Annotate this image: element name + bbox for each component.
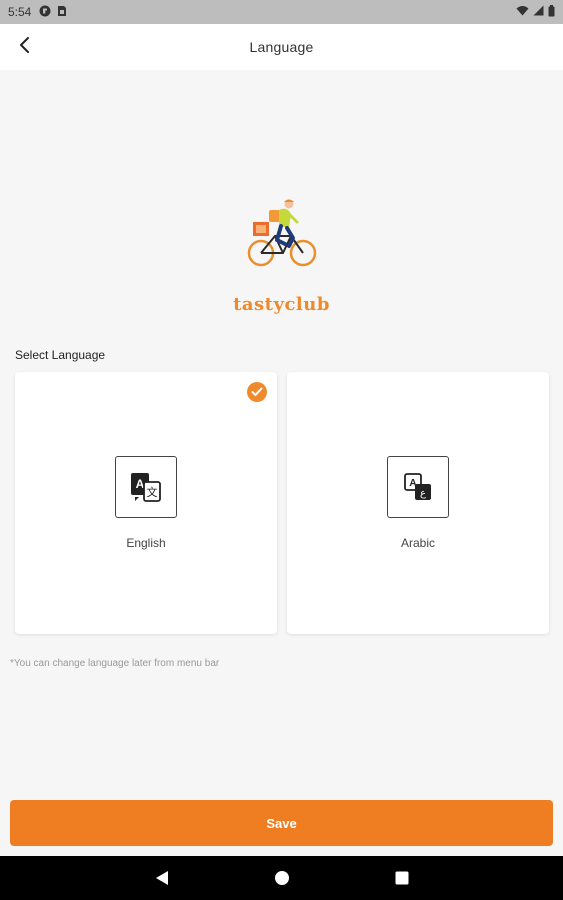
recents-square-icon[interactable] (392, 868, 412, 888)
page-title: Language (249, 39, 314, 55)
back-triangle-icon[interactable] (152, 868, 172, 888)
app-bar: Language (0, 24, 563, 70)
signal-icon (533, 5, 544, 19)
selected-check-icon (247, 382, 267, 402)
battery-icon (548, 4, 555, 20)
brand-name: tastyclub (233, 294, 330, 315)
app-badge-icon (39, 5, 51, 20)
svg-text:ع: ع (420, 488, 426, 499)
svg-text:文: 文 (147, 485, 158, 499)
status-time: 5:54 (8, 5, 32, 19)
wifi-icon (516, 5, 529, 19)
sim-card-icon (57, 5, 67, 20)
language-label-arabic: Arabic (400, 536, 435, 550)
language-change-note: *You can change language later from menu… (10, 658, 220, 669)
translate-icon: A 文 (115, 456, 177, 518)
language-label-english: English (126, 536, 166, 550)
delivery-cyclist-logo (243, 198, 321, 270)
language-option-arabic[interactable]: A ع Arabic (287, 372, 549, 634)
back-button[interactable] (10, 32, 40, 62)
translate-alt-icon: A ع (387, 456, 449, 518)
language-option-english[interactable]: A 文 English (15, 372, 277, 634)
select-language-label: Select Language (15, 348, 106, 362)
home-circle-icon[interactable] (272, 868, 292, 888)
status-bar: 5:54 (0, 0, 563, 24)
save-button[interactable]: Save (10, 800, 553, 846)
chevron-left-icon (18, 36, 32, 59)
system-nav-bar (0, 856, 563, 900)
